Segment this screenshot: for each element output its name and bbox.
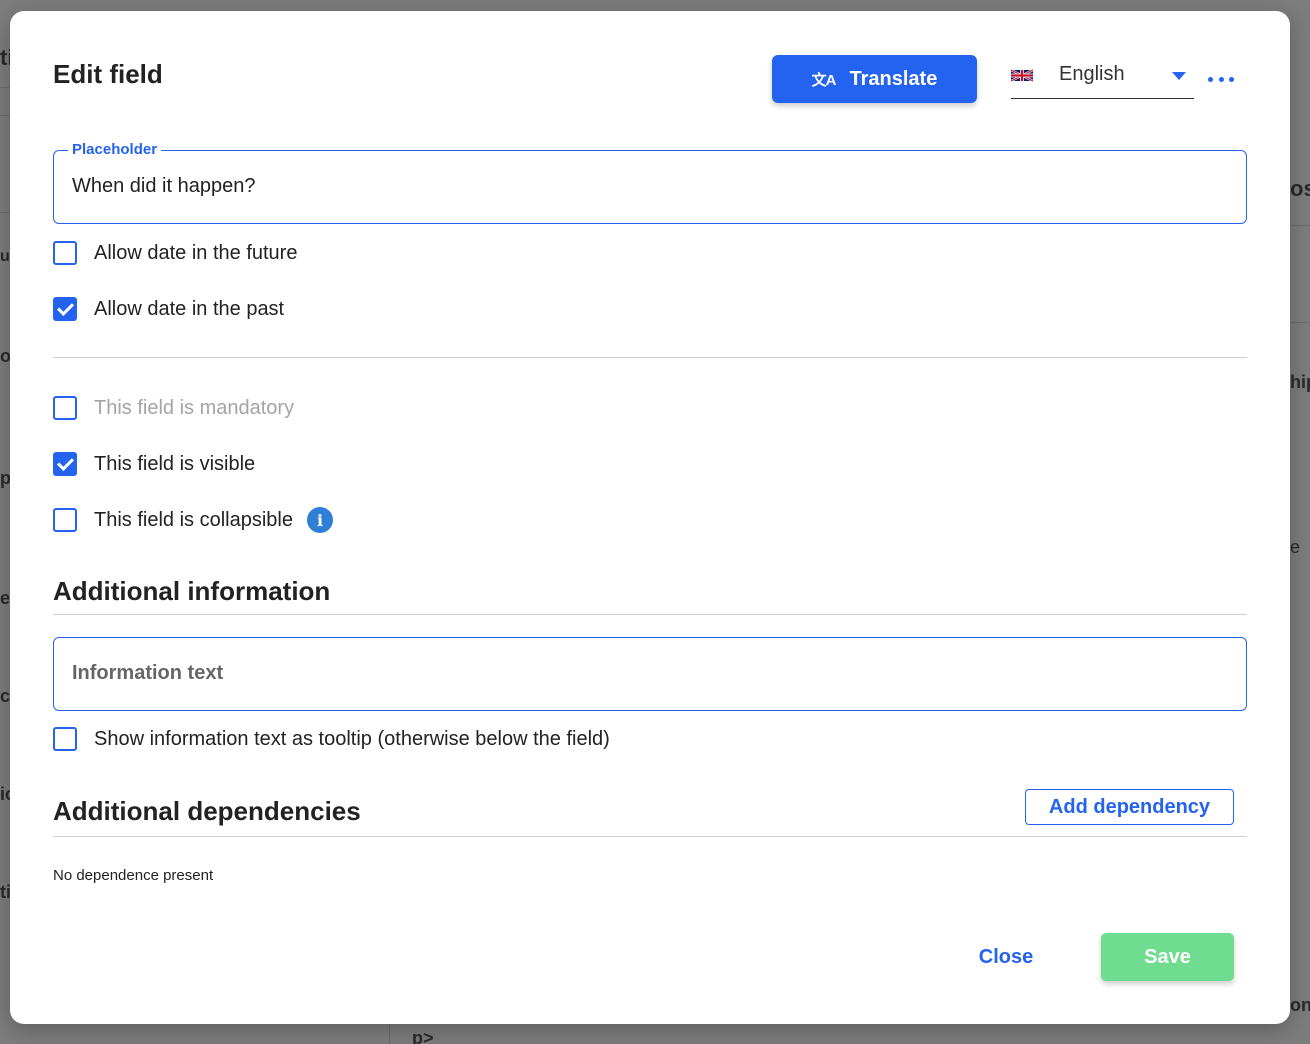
checkbox-label: Show information text as tooltip (otherw…	[94, 727, 610, 750]
bg-text-fragment: p>	[412, 1028, 434, 1044]
language-label: English	[1059, 63, 1125, 85]
allow-future-date-option[interactable]: Allow date in the future	[53, 240, 297, 266]
translate-icon: 文A	[811, 71, 837, 89]
info-icon[interactable]: i	[306, 507, 333, 533]
no-dependencies-text: No dependence present	[53, 867, 214, 884]
bg-divider	[0, 212, 10, 213]
placeholder-input-label: Placeholder	[68, 141, 162, 158]
close-button[interactable]: Close	[962, 937, 1050, 977]
allow-past-date-option[interactable]: Allow date in the past	[53, 296, 284, 322]
additional-information-heading: Additional information	[53, 576, 331, 606]
checkbox-label: This field is mandatory	[94, 396, 295, 419]
bg-divider	[0, 115, 10, 116]
checkbox-checked[interactable]	[53, 297, 77, 321]
checkbox-label: Allow date in the future	[94, 241, 298, 264]
bg-text-fragment: on	[1290, 995, 1310, 1015]
tooltip-option[interactable]: Show information text as tooltip (otherw…	[53, 726, 610, 752]
ellipsis-icon	[1218, 76, 1224, 82]
bg-text-fragment: e	[1290, 537, 1301, 557]
uk-flag-icon	[1011, 69, 1033, 82]
bg-divider	[1290, 225, 1310, 226]
bg-divider	[1290, 322, 1310, 323]
checkbox[interactable]	[53, 396, 77, 420]
edit-field-dialog: Edit field 文A Translate English Placehol…	[10, 11, 1290, 1024]
additional-dependencies-heading: Additional dependencies	[53, 796, 361, 826]
section-divider	[53, 836, 1247, 837]
checkbox[interactable]	[53, 241, 77, 265]
collapsible-option[interactable]: This field is collapsible i	[53, 507, 333, 533]
checkbox-checked[interactable]	[53, 452, 77, 476]
bg-text-fragment: c	[0, 686, 11, 706]
placeholder-input[interactable]: Placeholder When did it happen?	[53, 141, 1247, 224]
add-dependency-button[interactable]: Add dependency	[1025, 789, 1234, 825]
placeholder-input-value: When did it happen?	[72, 175, 256, 197]
checkbox[interactable]	[53, 727, 77, 751]
section-divider	[53, 357, 1247, 358]
checkbox-label: This field is visible	[94, 452, 256, 475]
mandatory-option[interactable]: This field is mandatory	[53, 395, 294, 421]
dialog-title: Edit field	[53, 59, 163, 89]
bg-text-fragment: e	[0, 588, 11, 608]
more-options-button[interactable]	[1208, 69, 1234, 89]
save-button[interactable]: Save	[1101, 933, 1234, 981]
information-text-placeholder: Information text	[72, 662, 224, 684]
language-select[interactable]: English	[1011, 61, 1194, 99]
ellipsis-icon	[1208, 76, 1213, 82]
bg-divider	[389, 1024, 390, 1044]
bg-text-fragment: os	[1290, 176, 1310, 201]
bg-text-fragment: hip	[1290, 372, 1310, 392]
checkbox[interactable]	[53, 508, 77, 532]
information-text-input[interactable]: Information text	[53, 637, 1247, 711]
chevron-down-icon	[1172, 72, 1186, 80]
translate-button[interactable]: 文A Translate	[772, 55, 977, 103]
bg-divider	[0, 87, 10, 88]
visible-option[interactable]: This field is visible	[53, 451, 255, 477]
section-divider	[53, 614, 1247, 615]
translate-button-label: Translate	[849, 67, 938, 90]
checkbox-label: Allow date in the past	[94, 297, 285, 320]
ellipsis-icon	[1229, 76, 1234, 82]
checkbox-label: This field is collapsible	[94, 508, 293, 531]
